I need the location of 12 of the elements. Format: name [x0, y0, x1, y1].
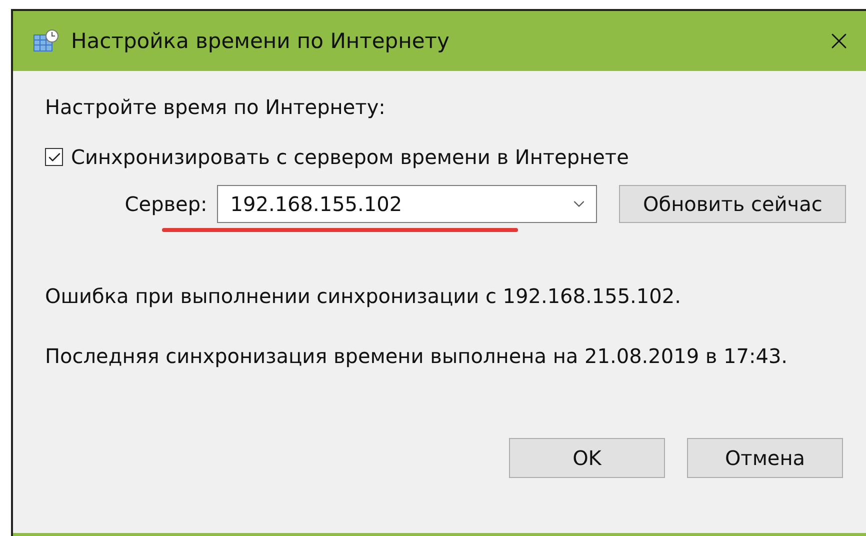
status-message: Ошибка при выполнении синхронизации с 192.168.155.102.: [45, 284, 682, 308]
sync-checkbox[interactable]: [45, 148, 63, 166]
calendar-clock-icon: [33, 29, 59, 53]
ok-button[interactable]: OK: [509, 438, 665, 478]
update-now-button[interactable]: Обновить сейчас: [619, 185, 846, 223]
prompt-text: Настройте время по Интернету:: [45, 95, 386, 119]
cancel-button[interactable]: Отмена: [687, 438, 843, 478]
status-message: Последняя синхронизация времени выполнена на 21.08.2019 в 17:43.: [45, 344, 789, 368]
checkbox-label: Синхронизировать с сервером времени в Интернете: [71, 145, 629, 169]
server-label: Сервер:: [124, 192, 208, 216]
window-title: Настройка времени по Интернету: [71, 29, 450, 53]
server-combobox[interactable]: 192.168.155.102: [217, 185, 598, 223]
